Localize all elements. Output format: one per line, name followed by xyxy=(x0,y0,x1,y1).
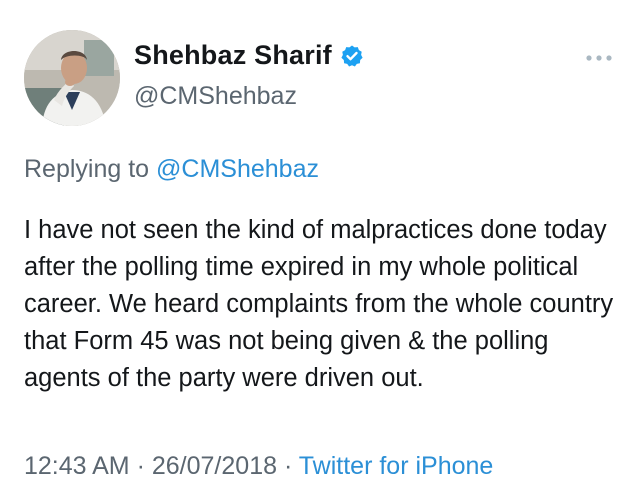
display-name[interactable]: Shehbaz Sharif xyxy=(134,40,364,71)
meta-separator: · xyxy=(136,452,145,480)
tweet-card: Shehbaz Sharif @CMShehbaz Replying to @C… xyxy=(0,0,640,497)
reply-mention-link[interactable]: @CMShehbaz xyxy=(156,155,319,183)
tweet-source-link[interactable]: Twitter for iPhone xyxy=(299,452,494,480)
user-handle[interactable]: @CMShehbaz xyxy=(134,82,297,111)
profile-photo xyxy=(24,30,120,126)
display-name-text: Shehbaz Sharif xyxy=(134,40,332,70)
tweet-meta: 12:43 AM · 26/07/2018 · Twitter for iPho… xyxy=(24,452,493,481)
more-options-icon[interactable] xyxy=(584,50,614,61)
replying-to-label: Replying to xyxy=(24,155,150,183)
avatar[interactable] xyxy=(24,30,120,126)
replying-to: Replying to @CMShehbaz xyxy=(24,155,319,184)
meta-separator: · xyxy=(283,452,293,480)
tweet-date[interactable]: 26/07/2018 xyxy=(152,452,277,480)
verified-badge-icon xyxy=(340,44,364,68)
tweet-text: I have not seen the kind of malpractices… xyxy=(24,216,614,392)
tweet-time[interactable]: 12:43 AM xyxy=(24,452,130,480)
